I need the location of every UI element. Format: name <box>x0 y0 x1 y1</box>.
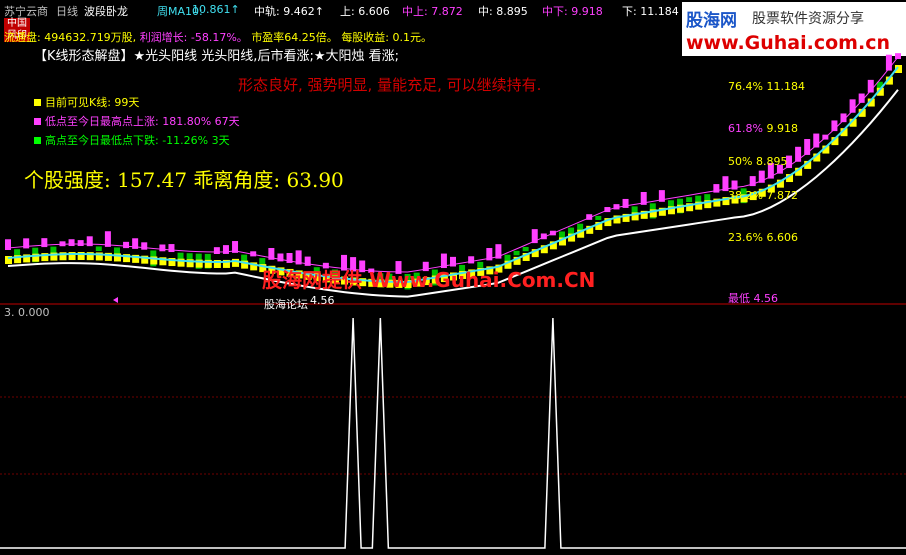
candle <box>513 250 520 256</box>
candle <box>241 254 248 262</box>
fib-pct: 76.4% <box>728 80 767 93</box>
candle <box>95 246 102 252</box>
lowest-label: 最低 4.56 <box>728 292 778 305</box>
candle <box>159 244 166 252</box>
fib-pct: 38.2% <box>728 189 767 202</box>
candle <box>123 241 130 249</box>
candle <box>686 197 693 203</box>
candle <box>213 247 220 254</box>
candle <box>522 246 529 252</box>
candle <box>168 244 175 253</box>
fib-price: 8.895 <box>755 155 788 168</box>
fib-level: 76.4% 11.184 <box>728 80 805 93</box>
candle <box>77 240 84 247</box>
lower-panel-label: 3. 0.000 <box>4 306 50 319</box>
candle <box>468 256 475 264</box>
fib-price: 11.184 <box>766 80 805 93</box>
low-point-prefix: 股海论坛 <box>264 298 308 311</box>
lower-indicator-line <box>0 317 906 549</box>
candle <box>5 239 11 250</box>
fib-pct: 50% <box>728 155 756 168</box>
watermark: 股海网提供 Www.Guhai.Com.CN <box>262 268 596 292</box>
candle <box>141 242 148 250</box>
fib-level: 38.2% 7.872 <box>728 189 798 202</box>
candle <box>14 249 21 257</box>
fib-pct: 61.8% <box>728 122 767 135</box>
candle <box>41 238 48 248</box>
scroll-left-icon[interactable] <box>113 297 118 303</box>
fib-price: 9.918 <box>766 122 798 135</box>
fib-price: 6.606 <box>766 231 798 244</box>
candle <box>595 215 602 220</box>
candle <box>68 239 75 247</box>
fib-level: 23.6% 6.606 <box>728 231 798 244</box>
yellow-band-series <box>5 65 902 288</box>
candle <box>222 245 229 254</box>
low-point-value: 4.56 <box>310 294 335 307</box>
fib-pct: 23.6% <box>728 231 767 244</box>
candle <box>895 53 901 59</box>
fib-level: 50% 8.895 <box>728 155 787 168</box>
fib-level: 61.8% 9.918 <box>728 122 798 135</box>
fib-price: 7.872 <box>766 189 798 202</box>
